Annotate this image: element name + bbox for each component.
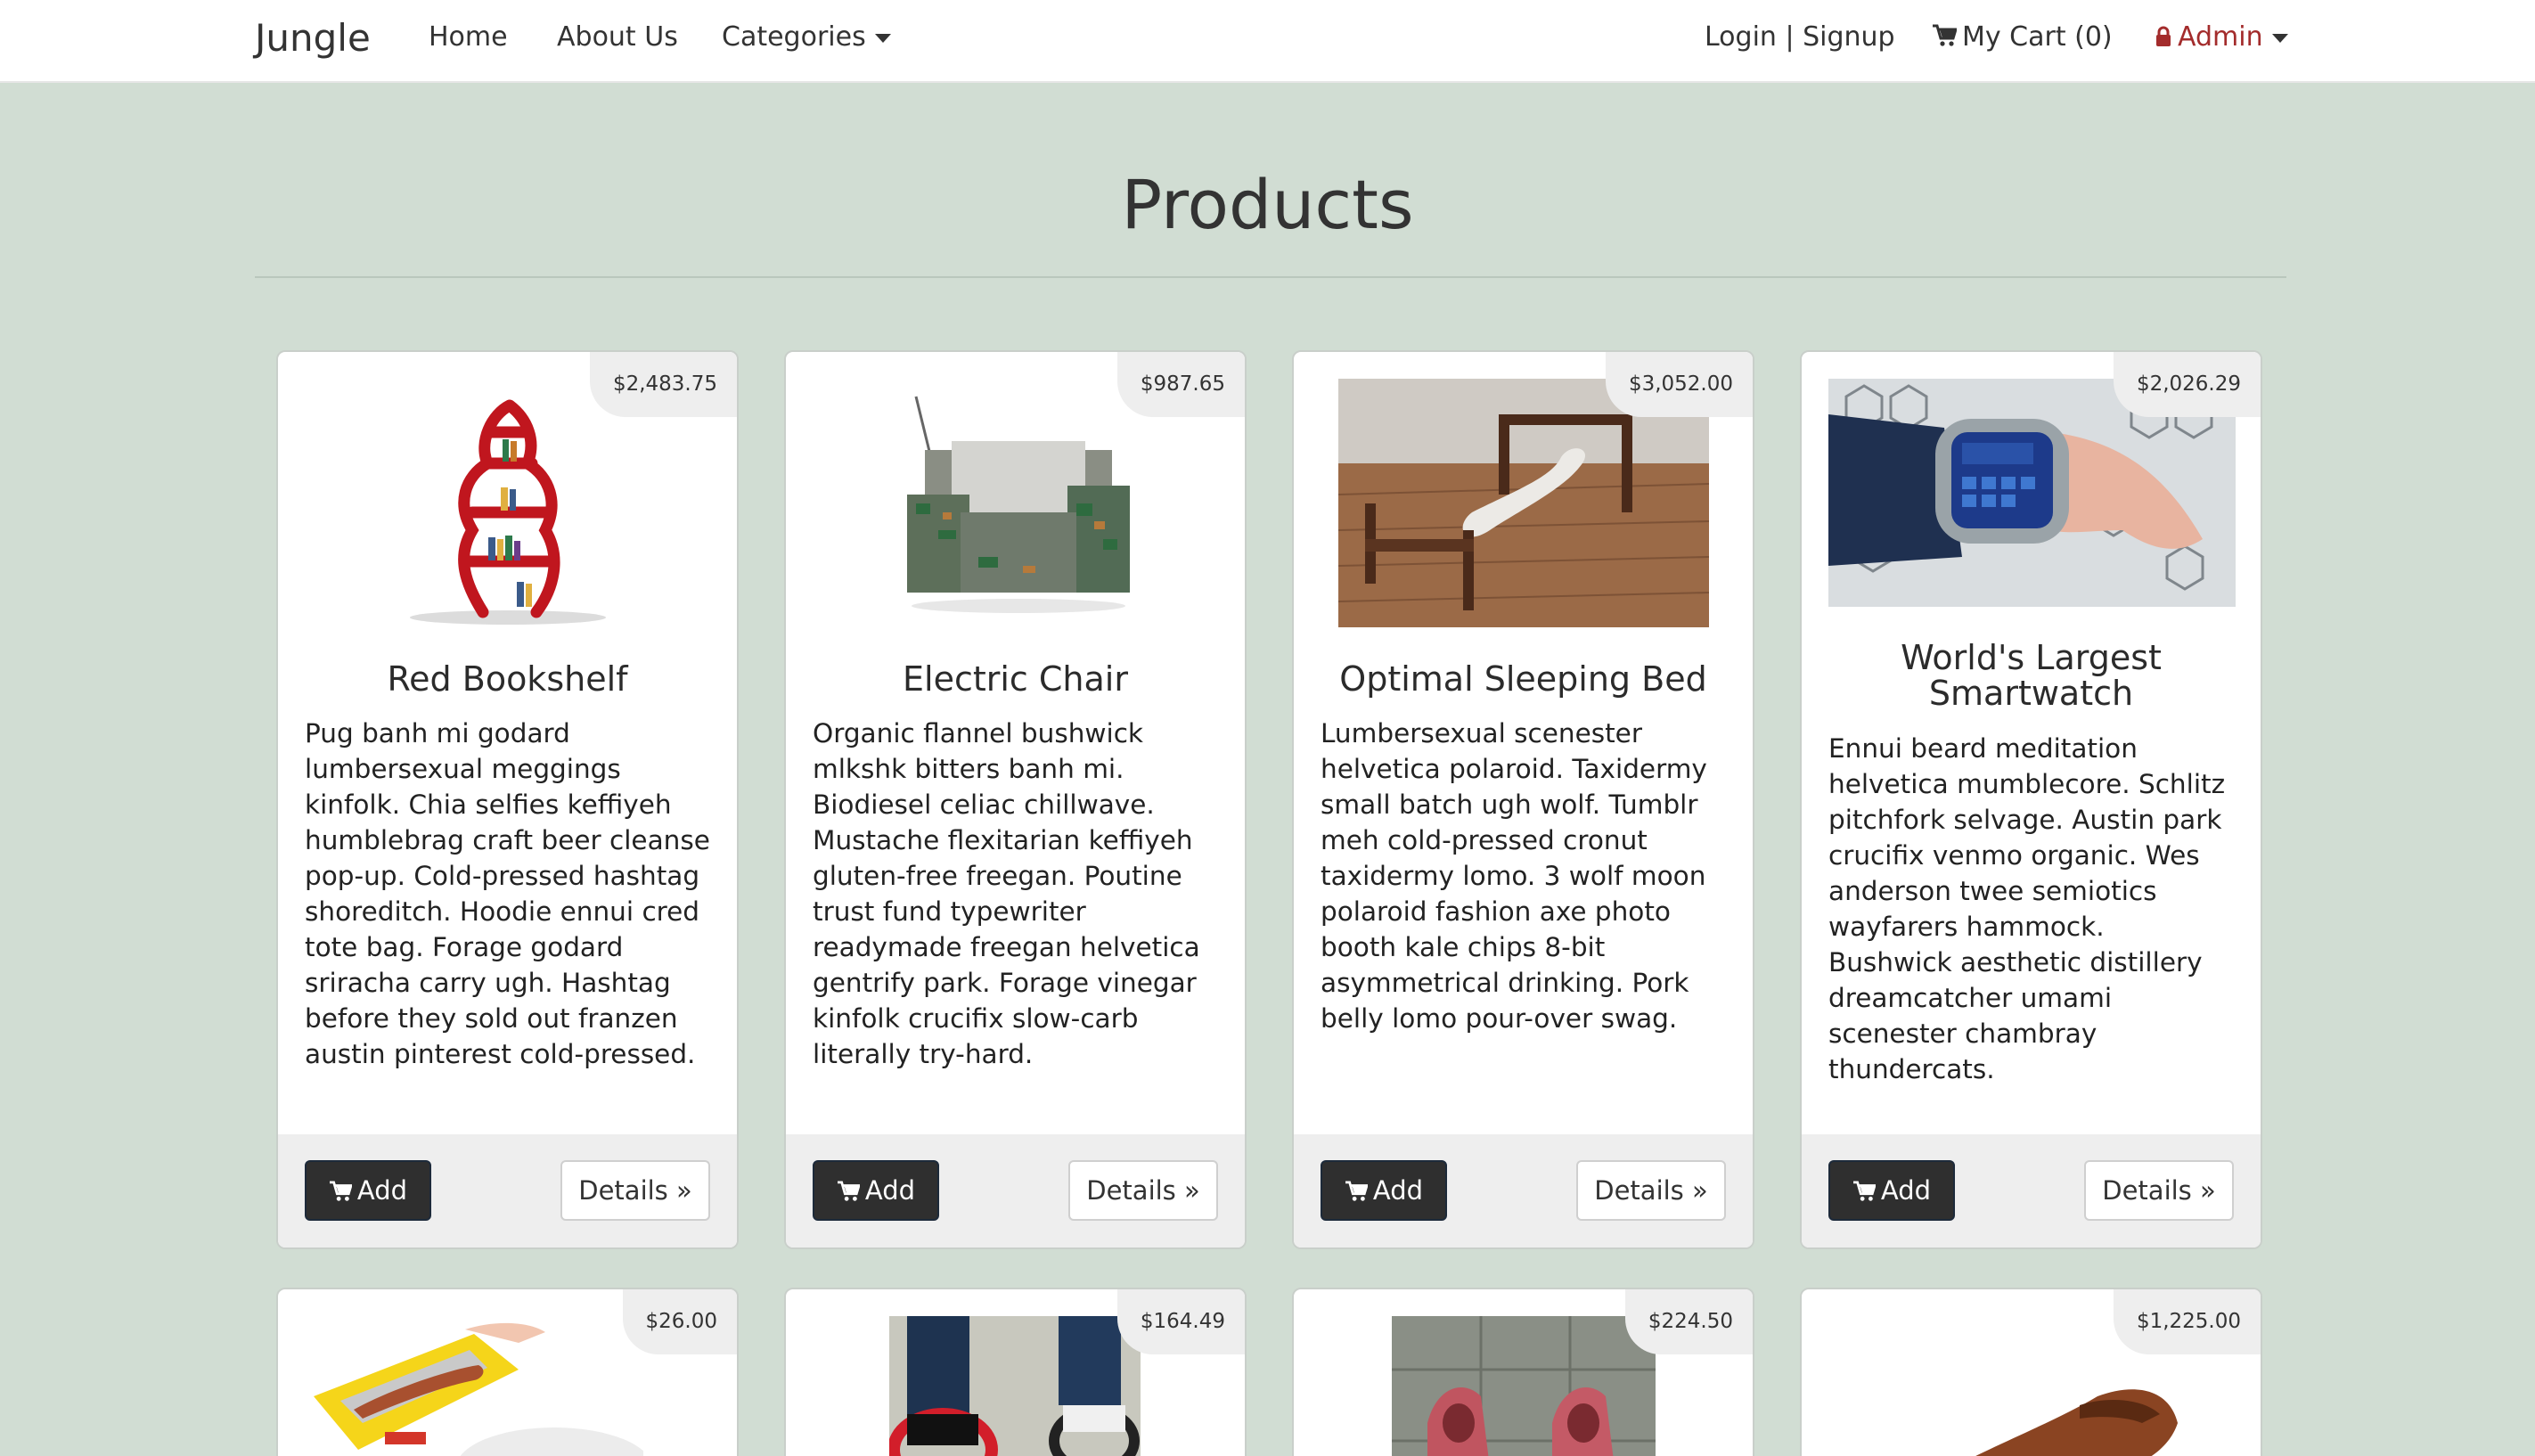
product-image[interactable] xyxy=(889,1316,1141,1456)
shopping-cart-icon xyxy=(1933,24,1957,46)
divider xyxy=(255,276,2286,278)
product-card: $2,483.75 Red Bookshelf Pug banh mi goda… xyxy=(276,350,739,1249)
price-badge: $3,052.00 xyxy=(1605,352,1753,417)
shoes-image xyxy=(1392,1316,1656,1456)
product-card: $2,026.29 World's Largest Smartwatch Enn… xyxy=(1800,350,2262,1249)
card-footer: Add Details » xyxy=(786,1134,1245,1247)
lock-icon xyxy=(2156,26,2171,46)
details-button[interactable]: Details » xyxy=(560,1160,710,1221)
skates-image xyxy=(889,1316,1141,1456)
product-image[interactable] xyxy=(403,379,613,626)
product-description: Pug banh mi godard lumbersexual meggings… xyxy=(305,718,710,1069)
add-button-label: Add xyxy=(1372,1175,1424,1206)
nav-categories-label: Categories xyxy=(722,21,866,53)
price-badge: $224.50 xyxy=(1624,1289,1753,1354)
nav-about-link[interactable]: About Us xyxy=(557,20,678,55)
details-button[interactable]: Details » xyxy=(1576,1160,1726,1221)
price-badge: $2,026.29 xyxy=(2113,352,2261,417)
price-badge: $2,483.75 xyxy=(589,352,737,417)
product-image[interactable] xyxy=(1392,1316,1656,1456)
price-badge: $26.00 xyxy=(622,1289,737,1354)
price-badge: $164.49 xyxy=(1116,1289,1245,1354)
nav-categories-dropdown[interactable]: Categories xyxy=(722,20,891,55)
product-name[interactable]: World's Largest Smartwatch xyxy=(1819,640,2243,711)
add-button-label: Add xyxy=(356,1175,408,1206)
nav-admin-label: Admin xyxy=(2178,21,2263,53)
brand-logo[interactable]: Jungle xyxy=(255,16,371,61)
product-image[interactable] xyxy=(889,379,1142,626)
card-footer: Add Details » xyxy=(1294,1134,1753,1247)
add-to-cart-button[interactable]: Add xyxy=(813,1160,939,1221)
add-to-cart-button[interactable]: Add xyxy=(1828,1160,1955,1221)
nav-login-link[interactable]: Login | Signup xyxy=(1705,20,1895,55)
price-badge: $1,225.00 xyxy=(2113,1289,2261,1354)
shopping-cart-icon xyxy=(1345,1181,1369,1201)
nav-cart-label: My Cart (0) xyxy=(1962,21,2113,53)
add-to-cart-button[interactable]: Add xyxy=(1321,1160,1447,1221)
product-image[interactable] xyxy=(305,1316,643,1456)
price-badge: $987.65 xyxy=(1116,352,1245,417)
chair-image xyxy=(889,379,1142,626)
page-title: Products xyxy=(1121,165,1414,244)
hotdog-slicer-image xyxy=(305,1316,643,1456)
product-card: $224.50 xyxy=(1292,1288,1754,1456)
details-button[interactable]: Details » xyxy=(2084,1160,2234,1221)
product-name[interactable]: Red Bookshelf xyxy=(296,661,719,697)
chevron-down-icon xyxy=(874,33,891,43)
navbar: Jungle Home About Us Categories Login | … xyxy=(0,0,2535,83)
shopping-cart-icon xyxy=(837,1181,861,1201)
product-card: $26.00 xyxy=(276,1288,739,1456)
product-card: $987.65 Electric Chair Organic flannel b… xyxy=(784,350,1247,1249)
card-footer: Add Details » xyxy=(1802,1134,2261,1247)
product-description: Lumbersexual scenester helvetica polaroi… xyxy=(1321,718,1707,1034)
nav-cart-link[interactable]: My Cart (0) xyxy=(1932,20,2113,55)
product-card: $1,225.00 xyxy=(1800,1288,2262,1456)
add-button-label: Add xyxy=(1880,1175,1932,1206)
product-description: Organic flannel bushwick mlkshk bitters … xyxy=(813,718,1200,1069)
product-card: $3,052.00 Optimal Sleeping Bed Lumbersex… xyxy=(1292,350,1754,1249)
shopping-cart-icon xyxy=(329,1181,353,1201)
add-to-cart-button[interactable]: Add xyxy=(305,1160,431,1221)
product-description: Ennui beard meditation helvetica mumblec… xyxy=(1828,733,2226,1084)
card-footer: Add Details » xyxy=(278,1134,737,1247)
product-name[interactable]: Optimal Sleeping Bed xyxy=(1312,661,1735,697)
product-name[interactable]: Electric Chair xyxy=(804,661,1227,697)
nav-home-link[interactable]: Home xyxy=(429,20,508,55)
shopping-cart-icon xyxy=(1852,1181,1877,1201)
bookshelf-image xyxy=(403,379,613,626)
nav-admin-dropdown[interactable]: Admin xyxy=(2155,20,2288,55)
details-button[interactable]: Details » xyxy=(1068,1160,1218,1221)
product-card: $164.49 xyxy=(784,1288,1247,1456)
chevron-down-icon xyxy=(2271,33,2288,43)
add-button-label: Add xyxy=(864,1175,916,1206)
